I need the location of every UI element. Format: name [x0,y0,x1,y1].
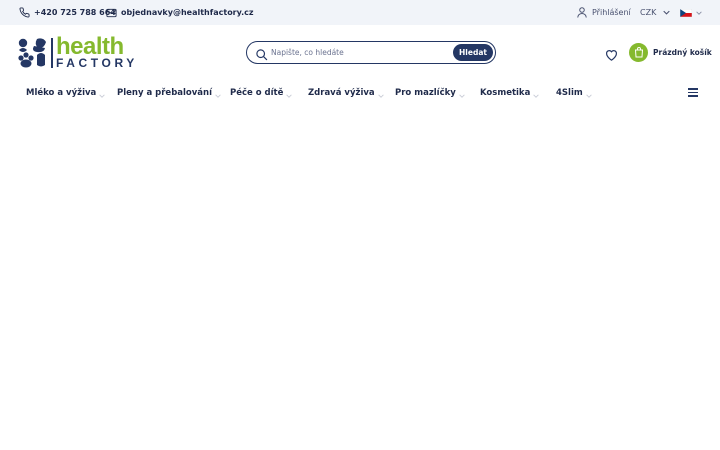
nav-item-label: Pro mazlíčky [395,87,456,98]
login-label: Přihlášení [592,8,631,17]
nav-item-mleko-a-vyziva[interactable]: Mléko a výživa [26,80,105,105]
email-link[interactable]: objednavky@healthfactory.cz [105,0,254,25]
chevron-down-icon [586,91,592,98]
shopping-bag-icon [629,43,648,62]
cart-button[interactable]: Prázdný košík [629,43,712,62]
cart-label: Prázdný košík [653,48,712,57]
chevron-down-icon [459,91,465,98]
nav-item-4slim[interactable]: 4Slim [556,80,592,105]
paw-logo-icon [17,37,49,72]
nav-item-label: Pleny a přebalování [117,87,213,98]
search-input[interactable] [271,45,451,60]
currency-selector[interactable]: CZK [640,0,670,25]
top-bar: +420 725 788 664 objednavky@healthfactor… [0,0,720,25]
phone-number: +420 725 788 664 [34,8,116,17]
main-content [0,105,720,450]
flag-cz-icon [680,8,692,17]
heart-icon[interactable] [605,46,618,61]
nav-item-pece-o-dite[interactable]: Péče o dítě [230,80,293,105]
user-icon [576,7,588,19]
nav-item-label: 4Slim [556,87,583,98]
currency-label: CZK [640,8,657,17]
login-link[interactable]: Přihlášení [576,0,631,25]
phone-icon [18,7,30,19]
nav-item-kosmetika[interactable]: Kosmetika [480,80,540,105]
nav-item-pro-mazlicky[interactable]: Pro mazlíčky [395,80,465,105]
search-button[interactable]: Hledat [453,44,493,61]
phone-link[interactable]: +420 725 788 664 [18,0,116,25]
hamburger-menu-icon[interactable] [688,88,698,97]
search-bar: Hledat [246,41,496,64]
chevron-down-icon [215,91,221,98]
logo-text-factory: FACTORY [56,56,138,70]
language-selector[interactable] [680,0,702,25]
email-address: objednavky@healthfactory.cz [121,8,254,17]
nav-item-label: Péče o dítě [230,87,284,98]
mail-icon [105,7,117,19]
nav-item-zdrava-vyziva[interactable]: Zdravá výživa [308,80,384,105]
chevron-down-icon [696,10,702,15]
logo-text-health: health [56,33,124,60]
logo[interactable]: health FACTORY [17,33,139,72]
nav-item-label: Mléko a výživa [26,87,97,98]
site-header: health FACTORY Hledat Prázdný košík [0,25,720,80]
chevron-down-icon [286,91,293,98]
nav-item-label: Zdravá výživa [308,87,375,98]
chevron-down-icon [377,91,384,98]
nav-item-pleny-a-prebalovani[interactable]: Pleny a přebalování [117,80,221,105]
chevron-down-icon [533,91,540,98]
nav-item-label: Kosmetika [480,87,531,98]
search-icon[interactable] [255,46,268,61]
chevron-down-icon [99,91,105,98]
logo-divider [51,38,53,68]
chevron-down-icon [663,10,670,15]
main-navigation: Mléko a výživa Pleny a přebalování Péče … [0,80,720,105]
